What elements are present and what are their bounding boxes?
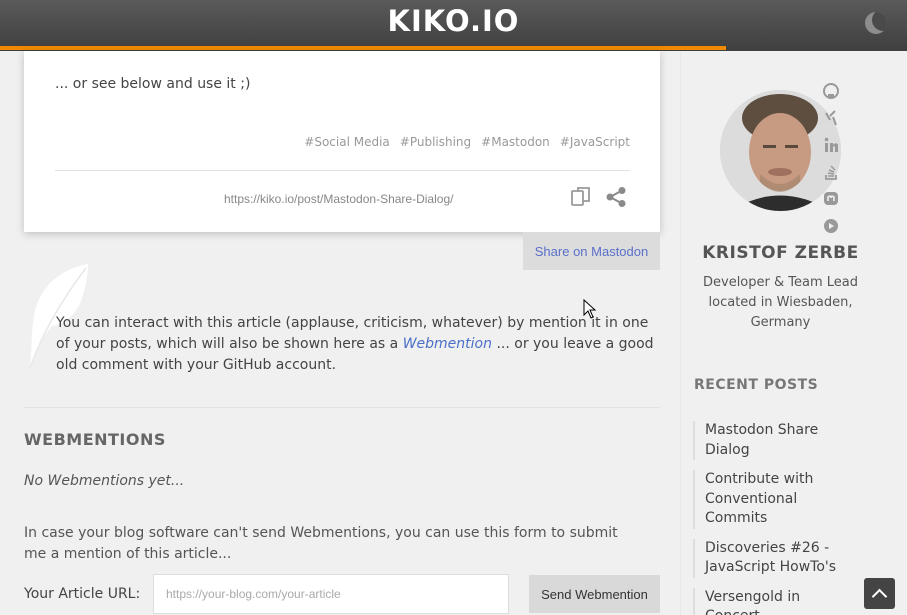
site-logo[interactable]: KIKO.IO [0, 4, 907, 38]
github-icon[interactable] [822, 82, 840, 100]
youtube-icon[interactable] [822, 217, 840, 235]
webmentions-heading: WEBMENTIONS [24, 430, 166, 449]
recent-posts-list: Mastodon Share Dialog Contribute with Co… [693, 421, 843, 615]
section-divider [24, 407, 660, 408]
tag-list: #Social Media #Publishing #Mastodon #Jav… [304, 135, 630, 149]
chevron-up-icon[interactable] [864, 578, 895, 609]
recent-post-item[interactable]: Mastodon Share Dialog [693, 421, 843, 460]
tag-mastodon[interactable]: #Mastodon [481, 135, 550, 149]
author-bio: Developer & Team Lead located in Wiesbad… [703, 275, 858, 330]
recent-post-item[interactable]: Versengold in Concert [693, 587, 843, 615]
moon-icon[interactable] [865, 12, 887, 34]
xing-icon[interactable] [822, 109, 840, 127]
no-webmentions-text: No Webmentions yet... [24, 473, 185, 489]
share-icon[interactable] [605, 186, 627, 208]
mastodon-icon[interactable] [822, 190, 840, 208]
tag-javascript[interactable]: #JavaScript [560, 135, 630, 149]
recent-post-item[interactable]: Discoveries #26 - JavaScript HowTo's [693, 538, 843, 578]
sidebar-divider [680, 51, 681, 615]
webmention-link[interactable]: Webmention [403, 336, 492, 352]
tag-social-media[interactable]: #Social Media [304, 135, 390, 149]
article-url-label: Your Article URL: [24, 586, 141, 602]
recent-post-item[interactable]: Contribute with Conventional Commits [693, 470, 843, 529]
article-url-input[interactable] [153, 574, 509, 614]
send-webmention-button[interactable]: Send Webmention [529, 575, 660, 613]
stackoverflow-icon[interactable] [822, 163, 840, 181]
share-url: https://kiko.io/post/Mastodon-Share-Dial… [224, 192, 454, 206]
top-bar: KIKO.IO [0, 0, 907, 51]
interaction-text: You can interact with this article (appl… [56, 313, 660, 376]
card-text: ... or see below and use it ;) [55, 76, 251, 92]
reading-progress-bar [0, 46, 726, 50]
author-name: KRISTOF ZERBE [702, 243, 859, 263]
share-on-mastodon-button[interactable]: Share on Mastodon [523, 232, 660, 270]
share-card: ... or see below and use it ;) #Social M… [24, 51, 660, 232]
recent-posts-heading: RECENT POSTS [694, 377, 819, 393]
divider [55, 170, 630, 171]
webmention-info-text: In case your blog software can't send We… [24, 525, 618, 562]
tag-publishing[interactable]: #Publishing [400, 135, 471, 149]
copy-icon[interactable] [570, 186, 592, 208]
linkedin-icon[interactable] [822, 136, 840, 154]
mouse-cursor-icon [583, 299, 597, 319]
